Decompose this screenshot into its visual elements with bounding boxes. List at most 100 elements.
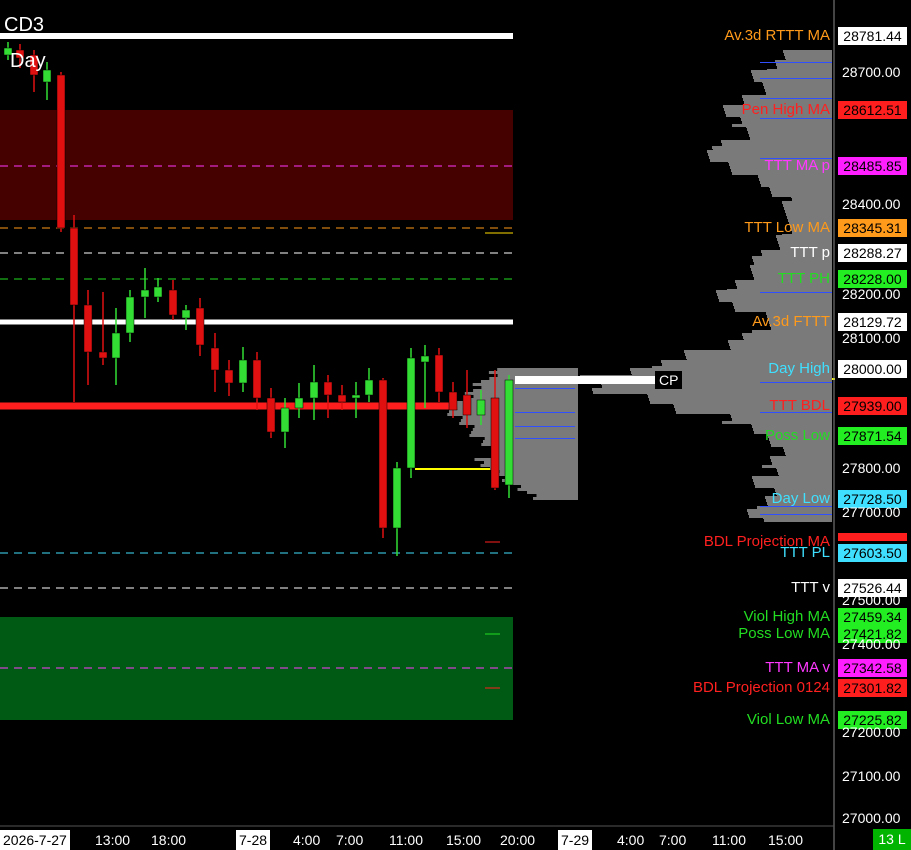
volume-bar <box>769 185 832 188</box>
volume-bar <box>743 336 832 339</box>
volume-bar <box>730 346 832 349</box>
candle-body <box>294 397 304 409</box>
level-label: Day High <box>768 360 830 377</box>
volume-bar <box>491 455 578 458</box>
cp-line-marker <box>515 376 655 384</box>
level-label: Viol High MA <box>743 608 830 625</box>
level-label: Viol Low MA <box>746 711 830 728</box>
volume-bar <box>684 350 832 353</box>
volume-bar <box>766 92 832 95</box>
volume-bar <box>784 449 832 452</box>
time-label: 15:00 <box>768 832 804 848</box>
volume-bar <box>473 389 578 392</box>
candle-body <box>210 347 220 371</box>
volume-node-line <box>760 78 832 79</box>
time-label: 11:00 <box>712 832 746 848</box>
time-label: 13:00 <box>95 832 131 848</box>
volume-bar <box>592 388 832 391</box>
volume-bar <box>750 265 832 268</box>
price-axis-tick: 27100.00 <box>842 768 901 784</box>
volume-bar <box>748 131 832 134</box>
volume-bar <box>784 53 832 56</box>
candle-body <box>420 355 430 363</box>
volume-bar <box>488 371 578 374</box>
volume-node-line <box>515 388 575 389</box>
volume-bar <box>770 188 832 191</box>
volume-bar <box>712 146 832 149</box>
volume-bar <box>731 415 832 418</box>
time-label: 4:00 <box>617 832 645 848</box>
volume-bar <box>764 86 832 89</box>
candle-body <box>83 304 93 353</box>
price-axis-tick: 28200.00 <box>842 286 901 302</box>
volume-bar <box>473 395 578 398</box>
level-price-tag: 27603.50 <box>838 544 907 562</box>
volume-bar <box>786 213 832 216</box>
volume-bar <box>772 462 832 465</box>
volume-bar <box>785 452 832 455</box>
level-price-tag: 28485.85 <box>838 157 907 175</box>
volume-bar <box>457 407 578 410</box>
volume-bar <box>783 50 832 53</box>
candle-body <box>351 394 361 399</box>
level-price-tag <box>838 533 907 541</box>
volume-bar <box>762 80 832 83</box>
volume-bar <box>497 368 578 371</box>
candle-body <box>252 359 262 399</box>
time-label: 15:00 <box>446 832 482 848</box>
volume-bar <box>764 519 832 522</box>
volume-bar <box>733 303 832 306</box>
level-label: Av.3d RTTT MA <box>724 27 830 44</box>
volume-bar <box>749 134 832 137</box>
level-price-tag: 27342.58 <box>838 659 907 677</box>
volume-bar <box>763 516 832 519</box>
volume-bar <box>521 485 578 488</box>
volume-bar <box>791 195 832 198</box>
volume-bar <box>765 89 832 92</box>
candle-body <box>181 309 191 319</box>
volume-bar <box>707 150 832 153</box>
price-axis-tick: 28400.00 <box>842 196 901 212</box>
level-price-tag: 28345.31 <box>838 219 907 237</box>
volume-bar <box>778 472 832 475</box>
volume-bar <box>771 459 832 462</box>
level-label: TTT BDL <box>769 397 830 414</box>
volume-bar <box>459 422 578 425</box>
candle-body <box>392 467 402 529</box>
volume-bar <box>747 128 832 131</box>
volume-bar <box>732 300 832 303</box>
candle-body <box>434 354 444 393</box>
level-label: BDL Projection 0124 <box>692 679 830 696</box>
time-label: 7:00 <box>659 832 687 848</box>
volume-bar <box>760 181 832 184</box>
volume-bar <box>708 153 832 156</box>
volume-bar <box>742 333 832 336</box>
time-label: 11:00 <box>389 832 423 848</box>
volume-bar <box>686 356 832 359</box>
volume-bar <box>729 343 832 346</box>
level-price-tag: 28000.00 <box>838 360 907 378</box>
status-indicator[interactable]: 13 L <box>873 829 911 850</box>
candle-body <box>378 379 388 529</box>
time-label: 4:00 <box>293 832 321 848</box>
volume-bar <box>722 143 832 146</box>
candle-body <box>280 407 290 433</box>
level-price-tag: 27459.34 <box>838 608 907 626</box>
volume-bar <box>728 340 832 343</box>
price-axis-tick: 27400.00 <box>842 636 901 652</box>
volume-node-line <box>760 292 832 293</box>
candle-body <box>309 381 319 399</box>
volume-bar <box>785 56 832 59</box>
volume-bar <box>647 392 832 395</box>
level-label: TTT MA p <box>764 157 830 174</box>
price-axis-tick: 28700.00 <box>842 64 901 80</box>
volume-bar <box>471 431 578 434</box>
timeframe-label: Day <box>10 50 46 72</box>
level-price-tag: 28781.44 <box>838 27 907 45</box>
price-axis-tick: 27000.00 <box>842 810 901 826</box>
volume-bar <box>792 198 832 201</box>
volume-bar <box>717 293 832 296</box>
volume-bar <box>753 479 832 482</box>
candle-body <box>238 359 248 384</box>
candle-body <box>140 289 150 298</box>
